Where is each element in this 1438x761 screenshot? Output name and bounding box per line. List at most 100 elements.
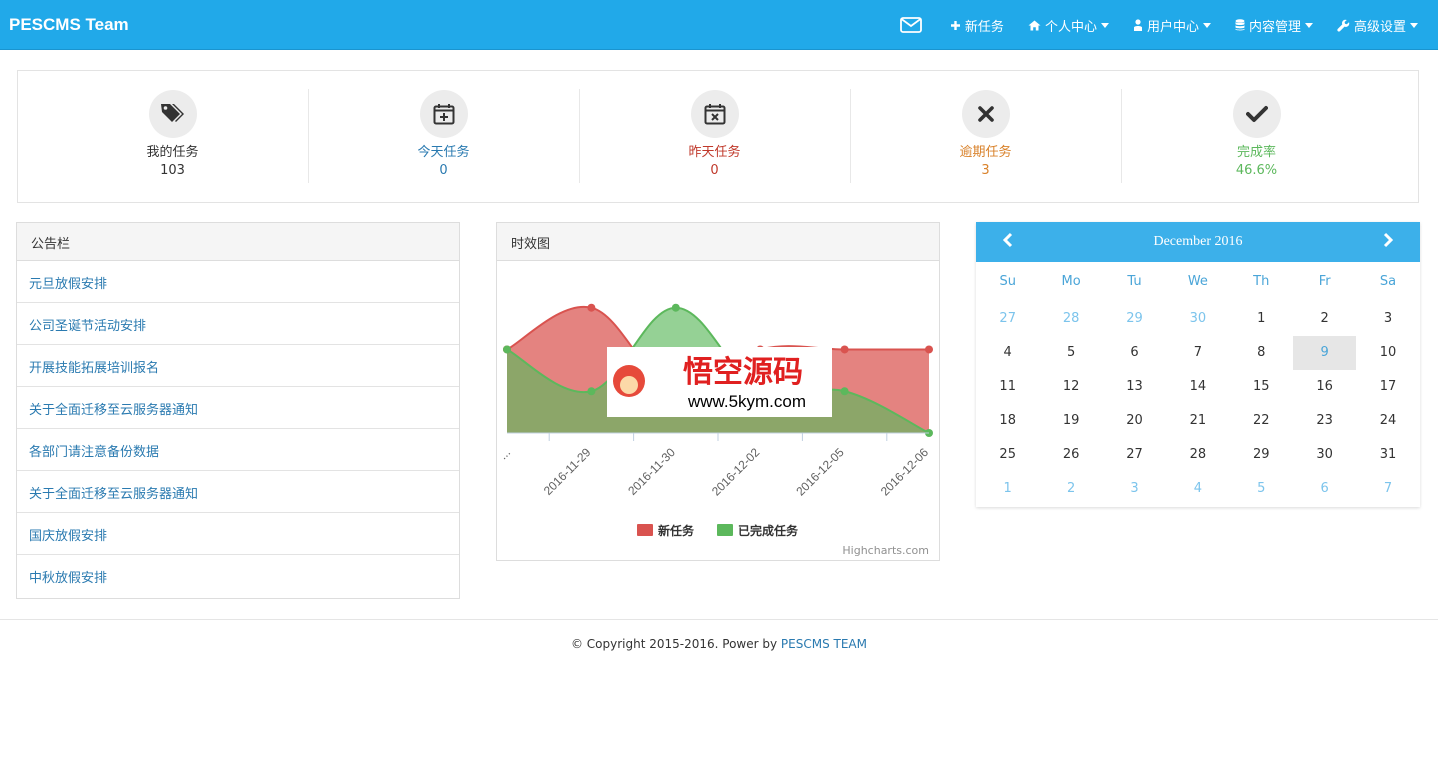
calendar-day[interactable]: 7: [1356, 472, 1419, 506]
nav-personal-center[interactable]: 个人中心: [1028, 16, 1109, 35]
nav-advanced-settings[interactable]: 高级设置: [1337, 16, 1418, 35]
calendar-widget: December 2016 Su Mo Tu We Th Fr Sa 27 28 2…: [976, 222, 1420, 507]
data-point[interactable]: [840, 387, 849, 396]
stat-value: 0: [710, 163, 719, 178]
calendar-day[interactable]: 6: [1103, 336, 1166, 370]
list-item[interactable]: 国庆放假安排: [17, 513, 459, 555]
calendar-day[interactable]: 16: [1293, 370, 1356, 404]
list-item[interactable]: 关于全面迁移至云服务器通知: [17, 387, 459, 429]
legend-label: 已完成任务: [738, 523, 799, 538]
calendar-month-title[interactable]: December 2016: [976, 234, 1420, 250]
calendar-day[interactable]: 19: [1039, 404, 1102, 438]
calendar-day[interactable]: 17: [1356, 370, 1419, 404]
calendar-day[interactable]: 26: [1039, 438, 1102, 472]
calendar-day[interactable]: 13: [1103, 370, 1166, 404]
list-item[interactable]: 关于全面迁移至云服务器通知: [17, 471, 459, 513]
calendar-day[interactable]: 5: [1039, 336, 1102, 370]
weekday-label: Mo: [1061, 274, 1081, 289]
calendar-day[interactable]: 23: [1293, 404, 1356, 438]
calendar-day[interactable]: 21: [1166, 404, 1229, 438]
data-point[interactable]: [925, 345, 933, 354]
chart-area: ... 2016-11-29 2016-11-30 2016-12-02 2016-12…: [496, 261, 939, 561]
stat-value: 46.6%: [1235, 163, 1278, 178]
calendar-day[interactable]: 28: [1166, 438, 1229, 472]
data-point[interactable]: [840, 345, 849, 354]
stat-today-tasks[interactable]: 今天任务 0: [308, 71, 579, 204]
list-item[interactable]: 中秋放假安排: [17, 555, 459, 597]
chevron-down-icon: [1410, 22, 1418, 28]
legend-item[interactable]: 已完成任务: [717, 523, 799, 538]
calendar-day[interactable]: 22: [1230, 404, 1293, 438]
calendar-day[interactable]: 8: [1230, 336, 1293, 370]
calendar-day[interactable]: 29: [1103, 302, 1166, 336]
calendar-day[interactable]: 9: [1292, 336, 1357, 370]
list-item[interactable]: 开展技能拓展培训报名: [17, 345, 459, 387]
calendar-day[interactable]: 18: [976, 404, 1039, 438]
monkey-face-icon: [620, 376, 638, 394]
stat-overdue-tasks[interactable]: 逾期任务 3: [850, 71, 1121, 204]
calendar-day[interactable]: 1: [976, 472, 1039, 506]
calendar-day[interactable]: 20: [1103, 404, 1166, 438]
calendar-day[interactable]: 14: [1166, 370, 1229, 404]
calendar-day[interactable]: 12: [1039, 370, 1102, 404]
calendar-next-button[interactable]: [1382, 232, 1394, 252]
data-point[interactable]: [587, 303, 596, 312]
data-point[interactable]: [671, 303, 680, 312]
list-item[interactable]: 元旦放假安排: [17, 261, 459, 303]
calendar-day[interactable]: 31: [1356, 438, 1419, 472]
chevron-right-icon: [1383, 232, 1394, 248]
stat-my-tasks[interactable]: 我的任务 103: [37, 71, 308, 204]
database-icon: [1235, 19, 1245, 31]
calendar-day[interactable]: 1: [1230, 302, 1293, 336]
nav-user-center-label: 用户中心: [1146, 19, 1199, 35]
calendar-day-grid: 27 28 29 30 1 2 3 4 5 6 7 8 9 10 11 12 13 14 15 16 17 18 19 20 2…: [976, 302, 1420, 506]
calendar-day[interactable]: 30: [1166, 302, 1229, 336]
calendar-day[interactable]: 30: [1293, 438, 1356, 472]
data-point[interactable]: [587, 387, 596, 396]
calendar-plus-icon: [419, 90, 468, 138]
nav-new-task-label: 新任务: [964, 19, 1004, 35]
calendar-day[interactable]: 10: [1356, 336, 1419, 370]
legend-item[interactable]: 新任务: [637, 523, 695, 538]
nav-content-management[interactable]: 内容管理: [1235, 16, 1313, 35]
calendar-day[interactable]: 27: [976, 302, 1039, 336]
calendar-day[interactable]: 4: [1166, 472, 1229, 506]
calendar-day[interactable]: 5: [1230, 472, 1293, 506]
list-item[interactable]: 各部门请注意备份数据: [17, 429, 459, 471]
stat-yesterday-tasks[interactable]: 昨天任务 0: [579, 71, 850, 204]
calendar-day[interactable]: 27: [1103, 438, 1166, 472]
calendar-day[interactable]: 11: [976, 370, 1039, 404]
calendar-day[interactable]: 24: [1356, 404, 1419, 438]
calendar-day[interactable]: 6: [1293, 472, 1356, 506]
calendar-day[interactable]: 2: [1293, 302, 1356, 336]
notice-panel: 公告栏 元旦放假安排 公司圣诞节活动安排 开展技能拓展培训报名 关于全面迁移至云…: [16, 222, 460, 599]
brand-logo-text[interactable]: PESCMS Team: [9, 15, 129, 35]
weekday-label: Fr: [1318, 274, 1331, 289]
footer-divider: [0, 619, 1438, 620]
footer-team-link[interactable]: PESCMS TEAM: [781, 637, 867, 651]
calendar-day[interactable]: 29: [1230, 438, 1293, 472]
x-icon: [961, 90, 1010, 138]
stat-value: 103: [160, 163, 185, 178]
nav-user-center[interactable]: 用户中心: [1133, 16, 1211, 35]
data-point[interactable]: [503, 345, 511, 354]
wrench-icon: [1337, 19, 1350, 32]
calendar-day[interactable]: 3: [1356, 302, 1419, 336]
calendar-day[interactable]: 15: [1230, 370, 1293, 404]
chart-credit-link[interactable]: Highcharts.com: [842, 544, 929, 557]
calendar-day[interactable]: 2: [1039, 472, 1102, 506]
calendar-day[interactable]: 3: [1103, 472, 1166, 506]
x-tick-label: 2016-12-02: [709, 445, 763, 499]
calendar-day[interactable]: 28: [1039, 302, 1102, 336]
calendar-day[interactable]: 7: [1166, 336, 1229, 370]
legend-label: 新任务: [658, 523, 695, 538]
calendar-day[interactable]: 25: [976, 438, 1039, 472]
calendar-week-row: 1234567: [976, 472, 1420, 506]
nav-new-task[interactable]: 新任务: [950, 16, 1004, 35]
list-item[interactable]: 公司圣诞节活动安排: [17, 303, 459, 345]
mail-button[interactable]: [900, 17, 926, 33]
stat-value: 3: [981, 163, 990, 178]
calendar-header: December 2016: [976, 222, 1420, 262]
calendar-day[interactable]: 4: [976, 336, 1039, 370]
stat-completion-rate[interactable]: 完成率 46.6%: [1121, 71, 1392, 204]
